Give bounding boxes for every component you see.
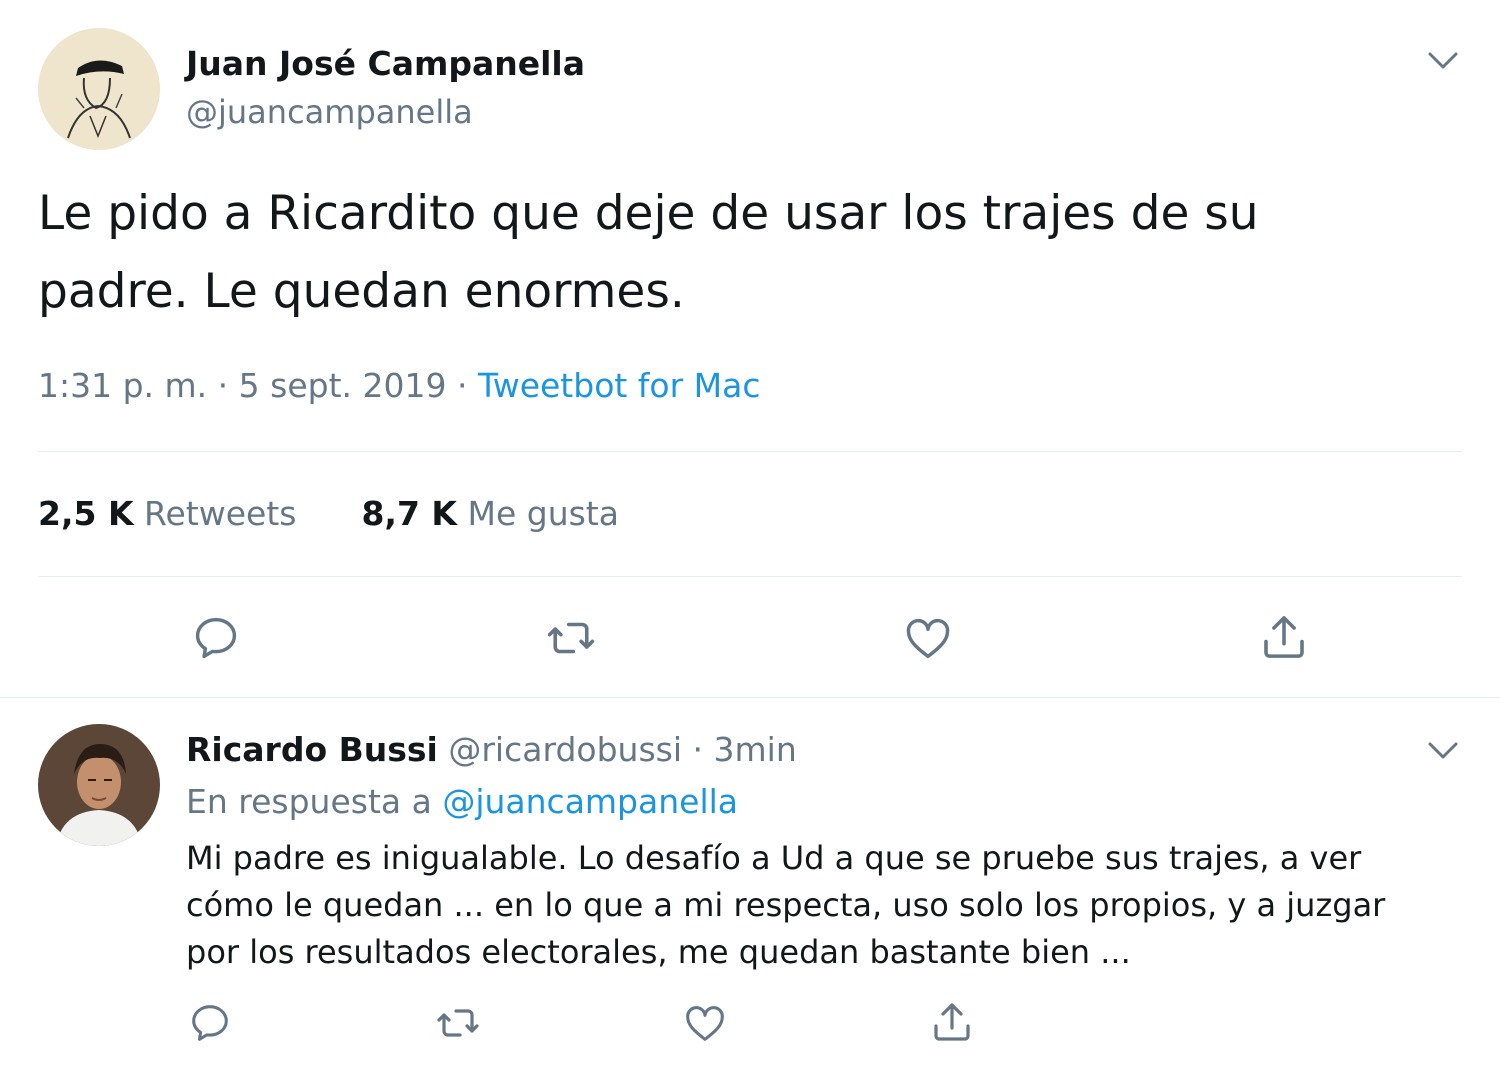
meta-separator: · [692,730,704,769]
reply-text-line-1: Mi padre es inigualable. Lo desafío a Ud… [186,839,1362,877]
meta-separator: · [457,366,468,405]
share-icon[interactable] [1254,608,1314,666]
tweet-meta: 1:31 p. m. · 5 sept. 2019 · Tweetbot for… [38,366,761,405]
retweet-icon[interactable] [541,610,601,666]
heart-icon[interactable] [898,610,958,666]
chevron-down-icon[interactable] [1426,48,1460,72]
reply-icon[interactable] [186,610,246,666]
likes-count: 8,7 K [361,494,457,533]
reply-author-handle[interactable]: @ricardobussi [448,730,682,769]
reply-prefix: En respuesta a [186,782,432,821]
retweets-count: 2,5 K [38,494,134,533]
tweet-text-line-1: Le pido a Ricardito que deje de usar los… [38,186,1259,241]
tweet-source-link[interactable]: Tweetbot for Mac [478,366,761,405]
section-divider [0,697,1500,698]
likes-label: Me gusta [467,494,619,533]
meta-separator: · [217,366,229,405]
reply-header: Ricardo Bussi @ricardobussi · 3min [186,730,797,769]
author-avatar[interactable] [38,28,160,150]
author-handle[interactable]: @juancampanella [186,93,473,131]
share-icon[interactable] [926,996,978,1048]
retweet-icon[interactable] [432,998,484,1048]
reply-time[interactable]: 3min [714,730,797,769]
reply-icon[interactable] [184,998,236,1048]
reply-author-avatar[interactable] [38,724,160,846]
divider [38,451,1462,452]
tweet-time[interactable]: 1:31 p. m. [38,366,207,405]
reply-author-name[interactable]: Ricardo Bussi [186,730,438,769]
heart-icon[interactable] [679,998,731,1048]
author-name[interactable]: Juan José Campanella [186,44,585,83]
reply-context: En respuesta a @juancampanella [186,782,738,821]
tweet-date[interactable]: 5 sept. 2019 [239,366,447,405]
retweets-label: Retweets [144,494,297,533]
reply-text-line-3: por los resultados electorales, me queda… [186,933,1131,971]
chevron-down-icon[interactable] [1426,738,1460,762]
likes-stat[interactable]: 8,7 K Me gusta [361,494,619,533]
tweet-text-line-2: padre. Le quedan enormes. [38,264,685,319]
tweet-stats: 2,5 K Retweets 8,7 K Me gusta [38,494,619,533]
retweets-stat[interactable]: 2,5 K Retweets [38,494,307,533]
reply-text-line-2: cómo le quedan ... en lo que a mi respec… [186,886,1386,924]
reply-text: Mi padre es inigualable. Lo desafío a Ud… [186,835,1385,976]
divider [38,576,1462,577]
reply-to-link[interactable]: @juancampanella [442,782,738,821]
